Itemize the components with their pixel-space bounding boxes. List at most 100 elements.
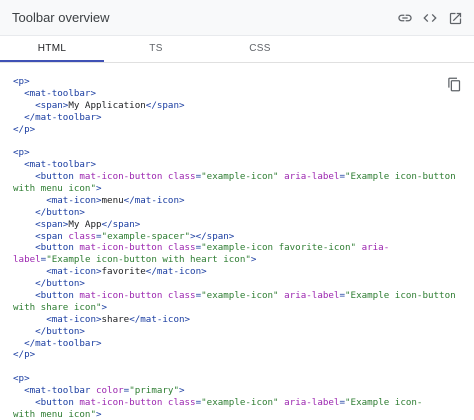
code-token: "primary" <box>129 385 179 397</box>
code-token: </span> <box>145 99 185 111</box>
code-token: "example-spacer" <box>101 230 191 242</box>
code-line: <mat-icon>favorite</mat-icon> <box>13 266 443 278</box>
code-line: <mat-toolbar> <box>13 159 443 171</box>
code-token: aria- <box>361 242 390 254</box>
code-token: <p> <box>13 147 30 159</box>
code-token: <mat-icon> <box>13 266 102 278</box>
code-token: > <box>95 183 102 195</box>
code-token: </mat-icon> <box>145 266 207 278</box>
code-token: <mat-icon> <box>13 313 102 325</box>
code-line: <mat-toolbar> <box>13 88 443 100</box>
code-token: class <box>68 230 96 242</box>
code-token: share <box>101 313 130 325</box>
code-token: </button> <box>13 278 85 290</box>
code-line: </button> <box>13 278 443 290</box>
code-token: aria-label <box>284 171 340 183</box>
code-line: </button> <box>13 326 443 338</box>
code-token: My App <box>68 218 102 230</box>
code-token: <button <box>13 242 80 254</box>
example-header: Toolbar overview <box>0 0 474 36</box>
code-token: "Example icon-button <box>345 290 456 302</box>
code-token: "example-icon" <box>201 397 279 409</box>
copy-icon[interactable] <box>444 74 464 94</box>
code-token: favorite <box>101 266 146 278</box>
code-token: <span> <box>13 218 69 230</box>
code-token: </button> <box>13 206 85 218</box>
code-token: <mat-toolbar> <box>13 87 96 99</box>
code-token: "Example icon-button <box>345 171 456 183</box>
code-token: > <box>101 301 108 313</box>
code-token: > <box>95 408 102 420</box>
code-line: label="Example icon-button with heart ic… <box>13 254 443 266</box>
code-line: </button> <box>13 207 443 219</box>
code-token: <button <box>13 397 80 409</box>
code-token: "example-icon" <box>201 171 279 183</box>
code-token: mat-icon-button <box>79 242 168 254</box>
active-tab-indicator <box>0 60 104 62</box>
code-token: <p> <box>13 76 30 87</box>
code-token: </mat-toolbar> <box>13 111 102 123</box>
code-line: <p> <box>13 373 443 385</box>
code-token: "example-icon favorite-icon" <box>201 242 357 254</box>
tab-css[interactable]: CSS <box>208 36 312 63</box>
code-line: with share icon"> <box>13 302 443 314</box>
code-token: aria-label <box>284 290 340 302</box>
code-block: <p> <mat-toolbar> <span>My Application</… <box>13 76 456 420</box>
code-token: My Application <box>68 99 146 111</box>
code-token: aria-label <box>284 397 340 409</box>
code-icon[interactable] <box>419 7 441 29</box>
code-token: ></span> <box>190 230 235 242</box>
code-line: with menu icon"> <box>13 409 443 420</box>
code-line: </mat-toolbar> <box>13 112 443 124</box>
code-token: <span <box>13 230 69 242</box>
code-token: <span> <box>13 99 69 111</box>
code-token: </p> <box>13 123 36 135</box>
code-line: <span>My App</span> <box>13 219 443 231</box>
link-icon[interactable] <box>394 7 416 29</box>
code-token: </mat-icon> <box>123 194 185 206</box>
code-token: > <box>179 385 185 397</box>
code-line: <button mat-icon-button class="example-i… <box>13 397 443 409</box>
code-token: </mat-toolbar> <box>13 337 102 349</box>
code-token: <p> <box>13 373 30 385</box>
code-line: <button mat-icon-button class="example-i… <box>13 290 456 302</box>
code-line: </p> <box>13 124 443 136</box>
code-line: </p> <box>13 349 443 361</box>
code-token: <button <box>13 171 80 183</box>
code-token: <mat-toolbar <box>13 385 96 397</box>
code-token: mat-icon-button <box>79 290 168 302</box>
code-token: <mat-toolbar> <box>13 159 96 171</box>
code-line: <p> <box>13 76 443 88</box>
example-title: Toolbar overview <box>12 10 110 25</box>
code-token: </mat-icon> <box>129 313 191 325</box>
code-token: label <box>13 254 41 266</box>
code-line: <span class="example-spacer"></span> <box>13 231 443 243</box>
tab-ts[interactable]: TS <box>104 36 208 63</box>
code-token: class <box>167 171 196 183</box>
code-token: "Example icon-button with heart icon" <box>46 254 251 266</box>
code-token: with share icon" <box>13 301 102 313</box>
code-line: <button mat-icon-button class="example-i… <box>13 171 456 183</box>
code-line: </mat-toolbar> <box>13 338 443 350</box>
code-line: <p> <box>13 147 443 159</box>
code-token: </p> <box>13 349 36 361</box>
code-token: color <box>95 385 124 397</box>
code-token: mat-icon-button <box>79 397 168 409</box>
code-token: class <box>167 242 196 254</box>
code-token: with menu icon" <box>13 408 96 420</box>
code-tabs: HTML TS CSS <box>0 36 474 63</box>
code-token: </button> <box>13 325 85 337</box>
open-in-new-icon[interactable] <box>444 7 466 29</box>
code-token: "Example icon- <box>345 397 423 409</box>
code-line: <button mat-icon-button class="example-i… <box>13 242 443 254</box>
code-token: > <box>250 254 257 266</box>
tab-html[interactable]: HTML <box>0 36 104 63</box>
code-line: <mat-icon>share</mat-icon> <box>13 314 443 326</box>
code-token: <mat-icon> <box>13 194 102 206</box>
code-token: class <box>167 397 196 409</box>
code-line: with menu icon"> <box>13 183 443 195</box>
code-token: </span> <box>101 218 141 230</box>
code-token: menu <box>101 194 124 206</box>
